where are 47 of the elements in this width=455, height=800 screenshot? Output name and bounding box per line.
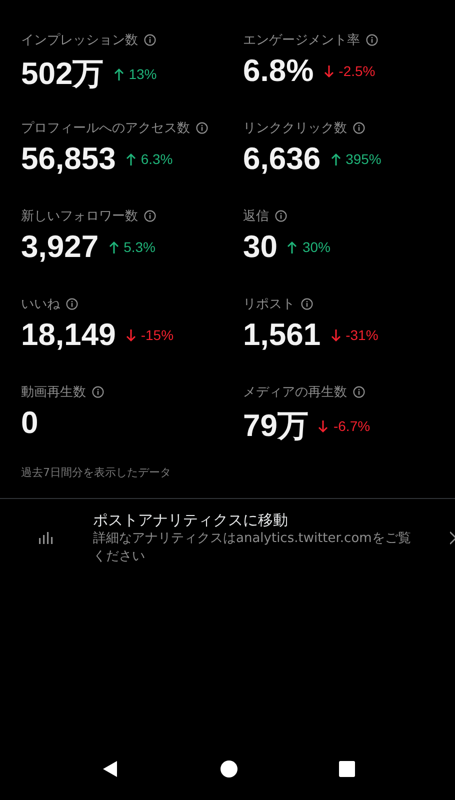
metric-label: リポスト [243, 296, 295, 313]
info-icon[interactable] [275, 210, 287, 222]
metric-value: 6.8% [243, 53, 314, 89]
metric-label: いいね [21, 296, 60, 313]
metric-value: 6,636 [243, 141, 321, 177]
metric-label: エンゲージメント率 [243, 32, 360, 49]
metric-label: 返信 [243, 208, 269, 225]
info-icon[interactable] [366, 34, 378, 46]
change-percentage: 6.3% [140, 151, 173, 167]
recents-icon[interactable] [338, 761, 354, 777]
info-icon[interactable] [144, 210, 156, 222]
metric-value: 0 [21, 405, 38, 441]
change-percentage: 5.3% [124, 239, 156, 255]
chevron-icon[interactable] [450, 531, 455, 545]
back-icon[interactable] [100, 760, 118, 778]
metric-value: 3,927 [21, 229, 99, 265]
link-title[interactable]: ポストアナリティクスに移動 [93, 510, 418, 530]
metric-value: 18,149 [21, 317, 116, 353]
info-icon[interactable] [301, 298, 313, 310]
period-note: 過去7日間分を表示したデータ [20, 465, 172, 480]
home-icon[interactable] [220, 760, 238, 778]
metric-value: 502万 [21, 55, 104, 93]
metric-value: 1,561 [243, 317, 321, 353]
metric-label: 新しいフォロワー数 [21, 208, 138, 225]
change-percentage: 13% [128, 66, 157, 82]
change-percentage: 395% [346, 151, 382, 167]
metric-value: 79万 [243, 407, 308, 445]
metric-label: インプレッション数 [21, 32, 138, 49]
info-icon[interactable] [353, 386, 365, 398]
info-icon[interactable] [144, 34, 156, 46]
metric-label: 動画再生数 [21, 384, 86, 401]
metric-label: プロフィールへのアクセス数 [21, 120, 190, 137]
metric-label: メディアの再生数 [243, 384, 347, 401]
change-percentage: -15% [140, 327, 174, 343]
info-icon[interactable] [196, 122, 208, 134]
info-icon[interactable] [92, 386, 104, 398]
bar-chart-icon [39, 532, 53, 544]
metric-value: 30 [243, 229, 278, 265]
info-icon[interactable] [353, 122, 365, 134]
metric-label: リンククリック数 [243, 120, 347, 137]
metric-value: 56,853 [21, 141, 116, 177]
info-icon[interactable] [66, 298, 78, 310]
change-percentage: 30% [302, 239, 331, 255]
change-percentage: -2.5% [338, 63, 376, 79]
change-percentage: -31% [346, 327, 378, 343]
change-percentage: -6.7% [333, 418, 370, 434]
link-description: 詳細なアナリティクスはanalytics.twitter.comをご覧ください [93, 530, 412, 566]
